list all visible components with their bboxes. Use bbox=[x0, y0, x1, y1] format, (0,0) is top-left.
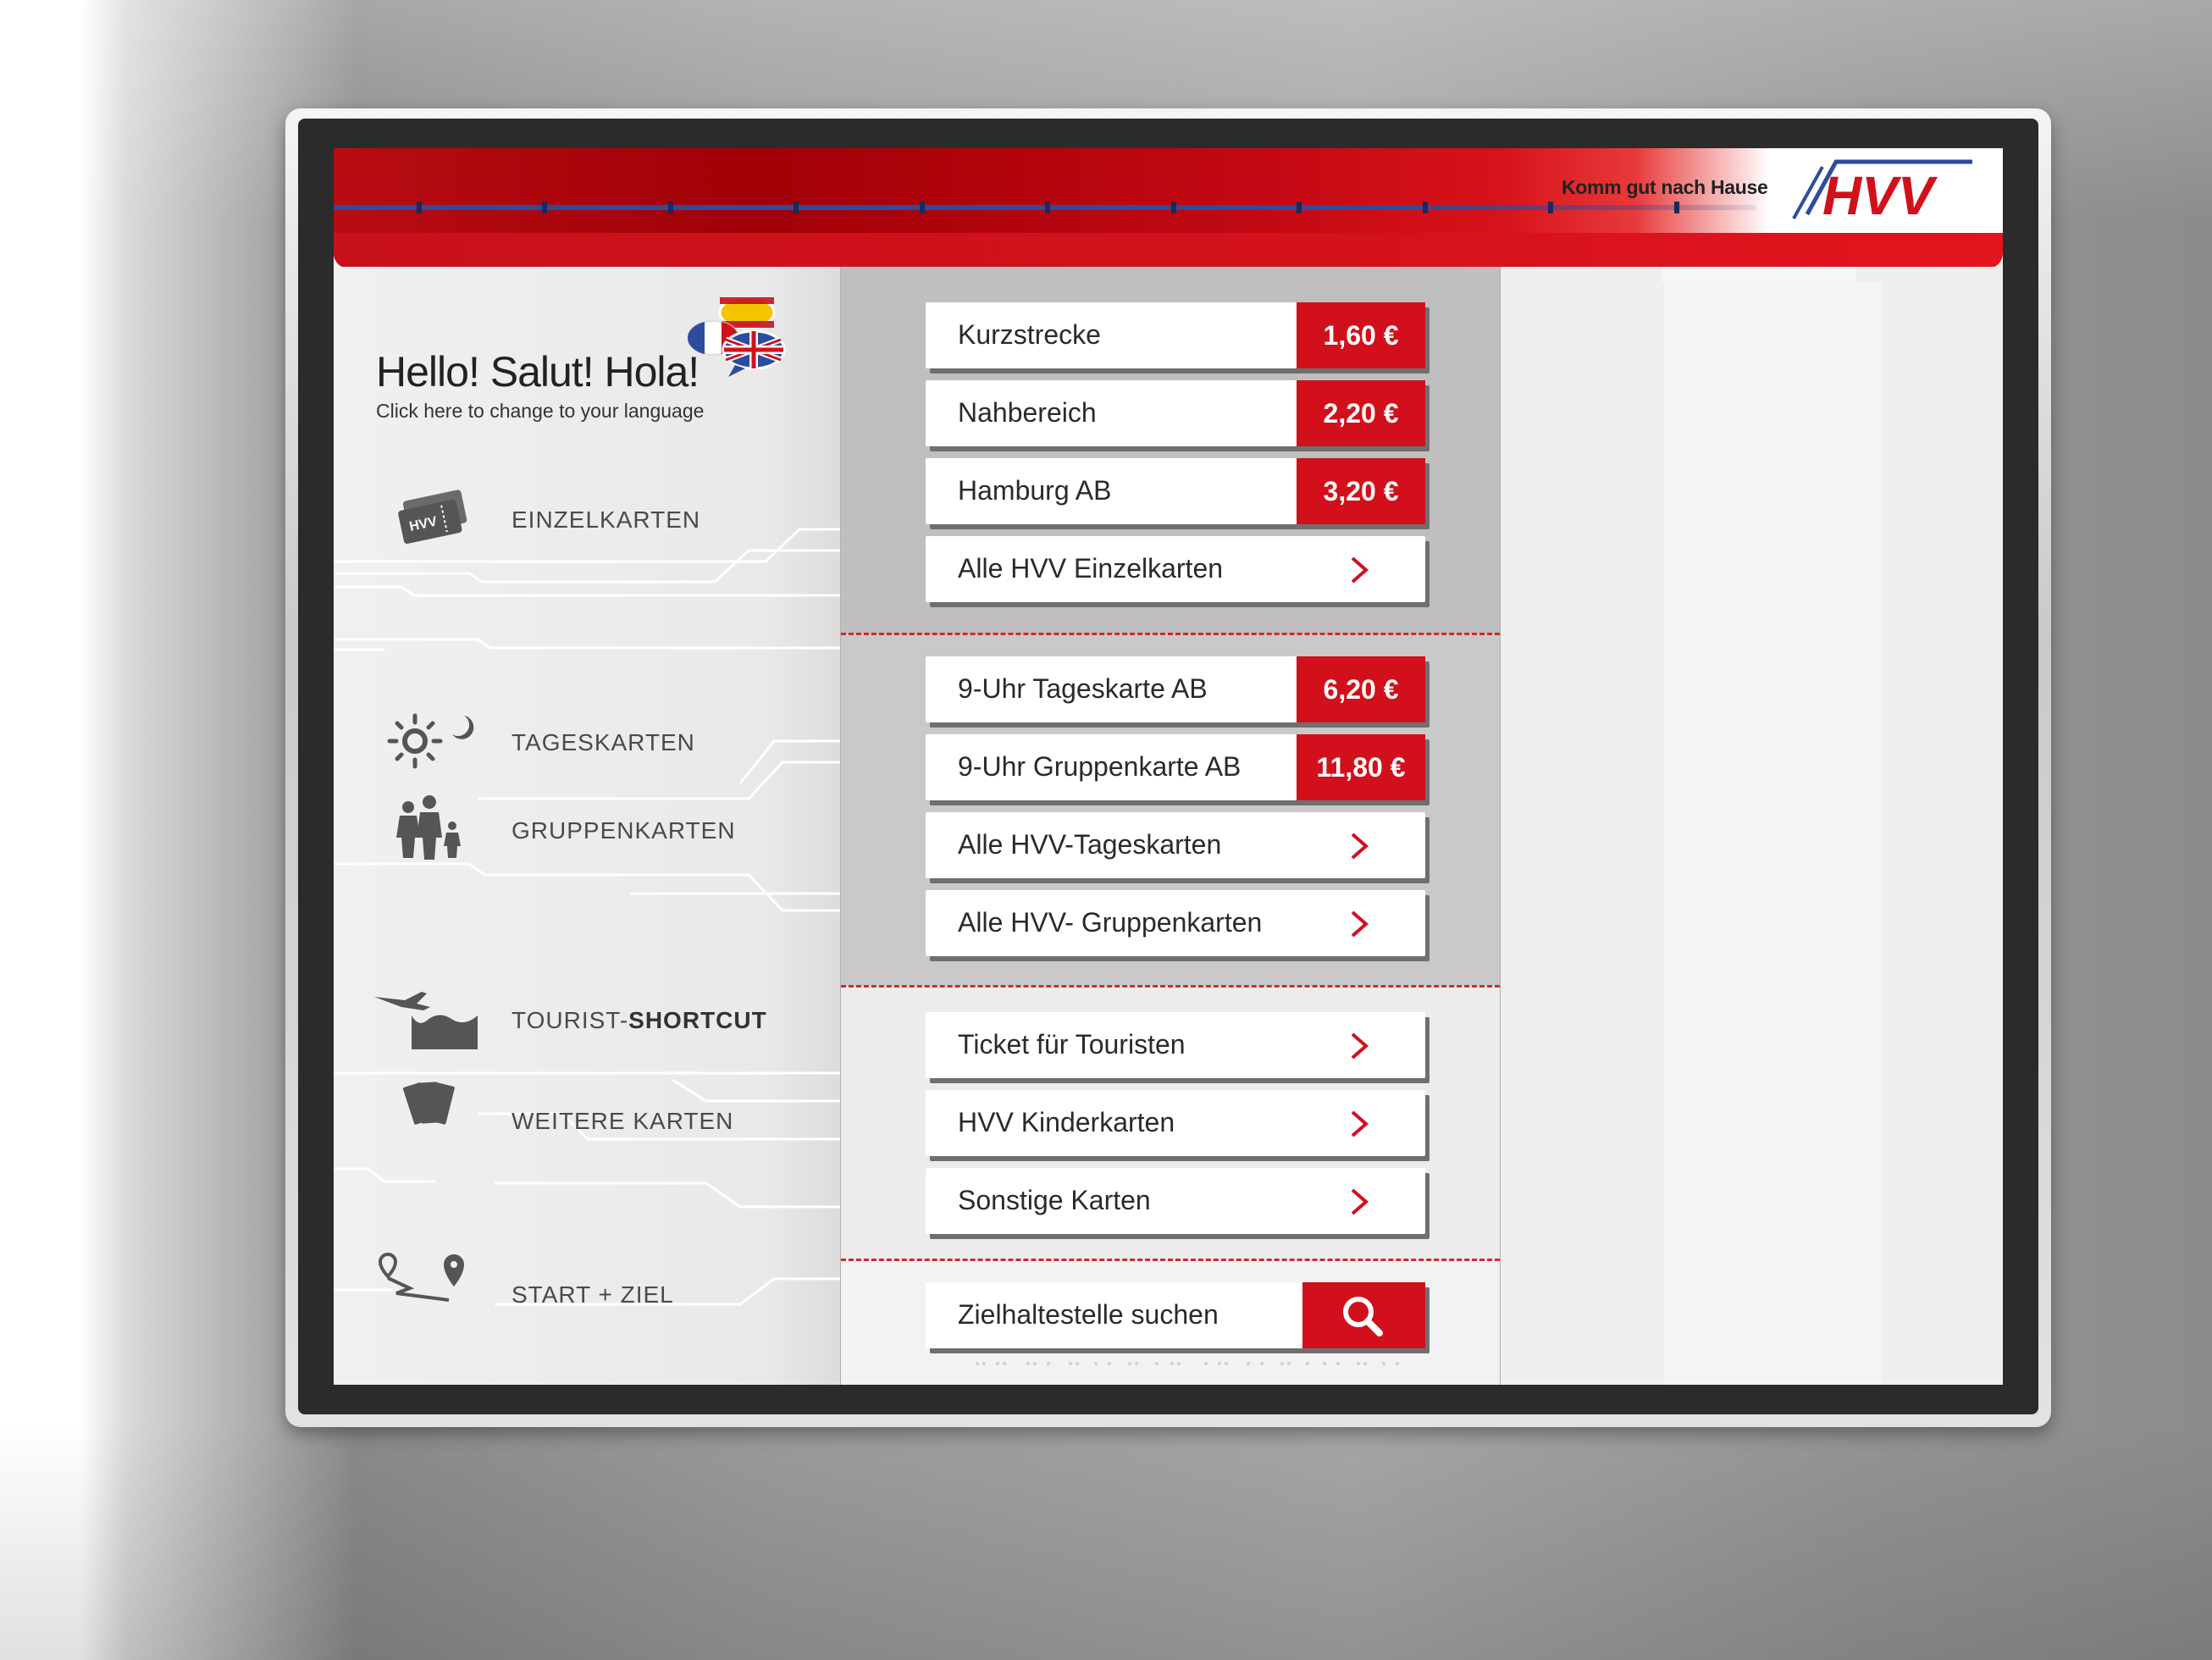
nav-einzelkarten[interactable]: HVV EINZELKARTEN bbox=[334, 490, 842, 551]
ticket-button-kurzstrecke[interactable]: Kurzstrecke 1,60 € bbox=[926, 302, 1425, 368]
chevron-right-icon bbox=[1351, 556, 1369, 584]
search-label: Zielhaltestelle suchen bbox=[958, 1299, 1219, 1330]
route-stop bbox=[794, 202, 799, 213]
nav-label-weitere: WEITERE KARTEN bbox=[512, 1108, 734, 1134]
ticket-button-nahbereich[interactable]: Nahbereich 2,20 € bbox=[926, 380, 1425, 446]
flag-uk-icon bbox=[722, 329, 786, 377]
braille-dots bbox=[976, 1362, 1399, 1365]
tourist-bold: SHORTCUT bbox=[628, 1007, 767, 1033]
section-divider bbox=[841, 633, 1500, 635]
section-divider bbox=[841, 985, 1500, 988]
route-stop bbox=[1045, 202, 1050, 213]
route-stop bbox=[1171, 202, 1176, 213]
hvv-logo: HVV bbox=[1792, 159, 1972, 223]
route-stop bbox=[668, 202, 673, 213]
header-band-lower bbox=[334, 233, 2003, 268]
ticket-price: 6,20 € bbox=[1297, 656, 1425, 722]
search-destination-button[interactable]: Zielhaltestelle suchen bbox=[926, 1282, 1425, 1348]
ticket-price: 11,80 € bbox=[1297, 734, 1425, 800]
header-banner: Komm gut nach Hause HVV bbox=[334, 148, 2003, 268]
nav-label-start-ziel: START + ZIEL bbox=[512, 1281, 674, 1308]
button-label: HVV Kinderkarten bbox=[958, 1107, 1175, 1137]
wall-shadow bbox=[0, 1423, 2212, 1660]
ticket-label: 9-Uhr Tageskarte AB bbox=[958, 673, 1208, 704]
language-greeting[interactable]: Hello! Salut! Hola! bbox=[376, 347, 700, 396]
nav-start-ziel[interactable]: START + ZIEL bbox=[334, 1252, 842, 1325]
ticket-label: Hamburg AB bbox=[958, 475, 1112, 506]
ticket-price: 1,60 € bbox=[1297, 302, 1425, 368]
route-stop bbox=[920, 202, 925, 213]
nav-label-tageskarten: TAGESKARTEN bbox=[512, 729, 695, 755]
route-stop bbox=[1297, 202, 1302, 213]
button-kinderkarten[interactable]: HVV Kinderkarten bbox=[926, 1090, 1425, 1156]
nav-label-tourist: TOURIST-SHORTCUT bbox=[512, 1007, 767, 1034]
nav-gruppenkarten[interactable]: GRUPPENKARTEN bbox=[334, 795, 842, 861]
button-alle-gruppenkarten[interactable]: Alle HVV- Gruppenkarten bbox=[926, 890, 1425, 956]
chevron-right-icon bbox=[1351, 1110, 1369, 1137]
nav-tourist-shortcut[interactable]: TOURIST-SHORTCUT bbox=[334, 992, 842, 1051]
button-label: Ticket für Touristen bbox=[958, 1029, 1186, 1060]
search-button[interactable] bbox=[1302, 1282, 1425, 1348]
cards-icon bbox=[402, 1082, 455, 1125]
route-stop bbox=[1548, 202, 1553, 213]
nav-tageskarten[interactable]: TAGESKARTEN bbox=[334, 713, 842, 773]
language-flags-button[interactable] bbox=[688, 297, 789, 382]
ticket-button-9-uhr-gruppenkarte[interactable]: 9-Uhr Gruppenkarte AB 11,80 € bbox=[926, 734, 1425, 800]
ticket-label: Nahbereich bbox=[958, 397, 1097, 428]
slogan: Komm gut nach Hause bbox=[1562, 176, 1768, 198]
right-panel-columns bbox=[1519, 282, 2003, 1385]
tourist-prefix: TOURIST- bbox=[512, 1007, 629, 1033]
ticket-price: 2,20 € bbox=[1297, 380, 1425, 446]
button-label: Alle HVV Einzelkarten bbox=[958, 553, 1224, 584]
route-stop bbox=[1423, 202, 1428, 213]
button-ticket-touristen[interactable]: Ticket für Touristen bbox=[926, 1012, 1425, 1078]
sun-moon-icon bbox=[387, 713, 474, 769]
plane-harbor-icon bbox=[374, 992, 478, 1049]
chevron-right-icon bbox=[1351, 833, 1369, 860]
left-menu-panel: Hello! Salut! Hola! Click here to change… bbox=[334, 267, 842, 1385]
route-stop bbox=[1674, 202, 1679, 213]
route-stop bbox=[417, 202, 422, 213]
route-stop bbox=[542, 202, 547, 213]
logo-text: HVV bbox=[1822, 165, 1938, 223]
nav-weitere-karten[interactable]: WEITERE KARTEN bbox=[334, 1082, 842, 1152]
family-icon bbox=[396, 795, 461, 860]
chevron-right-icon bbox=[1351, 1188, 1369, 1215]
ticket-label: Kurzstrecke bbox=[958, 319, 1101, 350]
ticket-panel: Kurzstrecke 1,60 € Nahbereich 2,20 € Ham… bbox=[840, 267, 1501, 1385]
ticket-label: 9-Uhr Gruppenkarte AB bbox=[958, 751, 1241, 782]
button-alle-tageskarten[interactable]: Alle HVV-Tageskarten bbox=[926, 812, 1425, 878]
button-sonstige-karten[interactable]: Sonstige Karten bbox=[926, 1168, 1425, 1234]
route-pin-icon bbox=[378, 1252, 464, 1302]
chevron-right-icon bbox=[1351, 1032, 1369, 1060]
search-icon bbox=[1343, 1297, 1383, 1336]
flag-spain-icon bbox=[718, 297, 776, 329]
ticket-price: 3,20 € bbox=[1297, 458, 1425, 524]
ticket-button-9-uhr-tageskarte[interactable]: 9-Uhr Tageskarte AB 6,20 € bbox=[926, 656, 1425, 722]
button-label: Alle HVV-Tageskarten bbox=[958, 829, 1222, 860]
ticket-icon: HVV bbox=[398, 490, 467, 545]
nav-label-einzelkarten: EINZELKARTEN bbox=[512, 506, 701, 533]
section-divider bbox=[841, 1259, 1500, 1261]
button-alle-einzelkarten[interactable]: Alle HVV Einzelkarten bbox=[926, 536, 1425, 602]
ticket-button-hamburg-ab[interactable]: Hamburg AB 3,20 € bbox=[926, 458, 1425, 524]
button-label: Sonstige Karten bbox=[958, 1185, 1151, 1215]
right-info-panel bbox=[1501, 267, 2003, 1385]
chevron-right-icon bbox=[1351, 910, 1369, 938]
kiosk-screen: Komm gut nach Hause HVV Hello! Salut! Ho… bbox=[334, 148, 2003, 1385]
nav-label-gruppenkarten: GRUPPENKARTEN bbox=[512, 817, 736, 844]
button-label: Alle HVV- Gruppenkarten bbox=[958, 907, 1263, 938]
language-hint[interactable]: Click here to change to your language bbox=[376, 400, 704, 423]
